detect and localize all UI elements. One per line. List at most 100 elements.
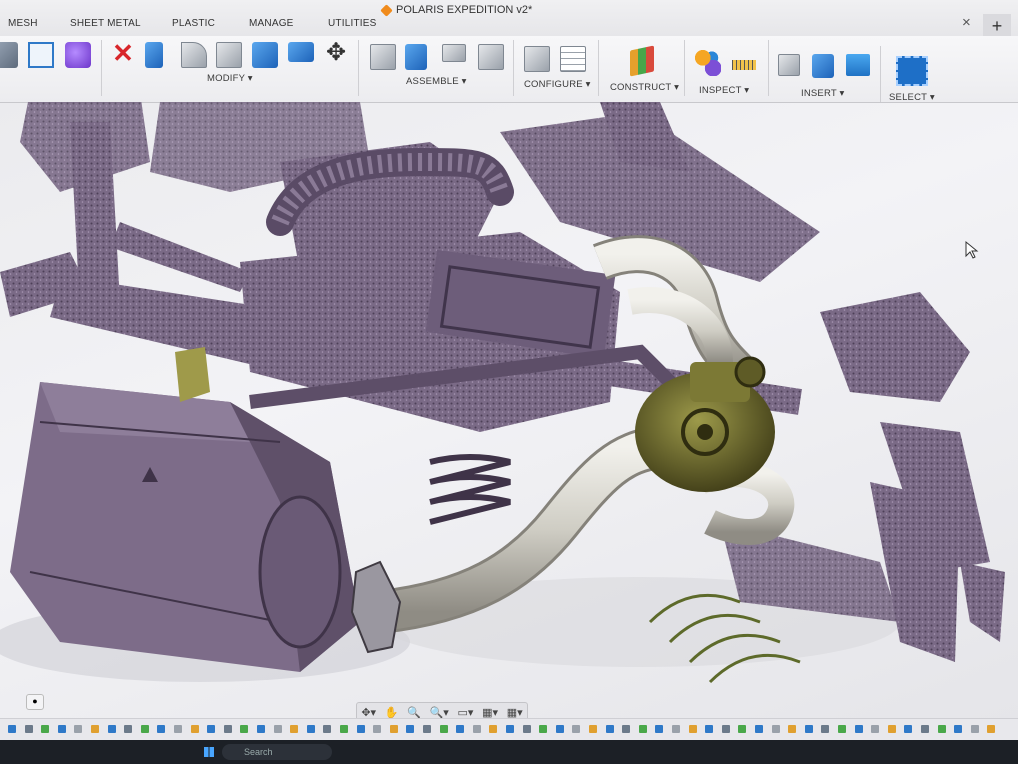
insert-derive-icon[interactable] bbox=[778, 54, 800, 76]
delete-icon[interactable]: ✕ bbox=[110, 40, 136, 66]
timeline-feature-icon[interactable] bbox=[389, 725, 398, 733]
configure-menu[interactable]: CONFIGURE ▾ bbox=[524, 79, 591, 90]
timeline-feature-icon[interactable] bbox=[273, 725, 282, 733]
canvas-viewport[interactable] bbox=[0, 102, 1018, 694]
zoom-icon[interactable]: 🔍 bbox=[407, 706, 421, 719]
timeline-feature-icon[interactable] bbox=[290, 725, 299, 733]
mesh-body-icon[interactable] bbox=[0, 42, 18, 68]
timeline-feature-icon[interactable] bbox=[306, 725, 315, 733]
inspect-menu[interactable]: INSPECT ▾ bbox=[699, 85, 749, 96]
viewports-icon[interactable]: ▦▾ bbox=[507, 706, 523, 719]
tab-utilities[interactable]: UTILITIES bbox=[328, 18, 376, 29]
orbit-icon[interactable]: ✥▾ bbox=[361, 706, 376, 719]
timeline-feature-icon[interactable] bbox=[340, 725, 348, 733]
shell-icon[interactable] bbox=[216, 42, 242, 68]
document-tab[interactable]: POLARIS EXPEDITION v2* bbox=[380, 2, 532, 18]
timeline-feature-icon[interactable] bbox=[356, 725, 365, 733]
timeline-feature-icon[interactable] bbox=[91, 725, 99, 733]
timeline-feature-icon[interactable] bbox=[738, 725, 747, 733]
timeline-feature-icon[interactable] bbox=[506, 725, 514, 733]
timeline-feature-icon[interactable] bbox=[887, 725, 896, 733]
timeline-feature-icon[interactable] bbox=[721, 725, 730, 733]
tab-sheet-metal[interactable]: SHEET METAL bbox=[70, 18, 141, 29]
tab-manage[interactable]: MANAGE bbox=[249, 18, 294, 29]
insert-menu[interactable]: INSERT ▾ bbox=[801, 88, 845, 99]
form-icon[interactable] bbox=[65, 42, 91, 68]
timeline-feature-icon[interactable] bbox=[821, 725, 830, 733]
timeline-feature-icon[interactable] bbox=[472, 725, 481, 733]
timeline-feature-icon[interactable] bbox=[439, 725, 448, 733]
timeline-feature-icon[interactable] bbox=[605, 725, 614, 733]
timeline-feature-icon[interactable] bbox=[804, 725, 813, 733]
timeline-feature-icon[interactable] bbox=[24, 725, 33, 733]
timeline-feature-icon[interactable] bbox=[705, 725, 714, 733]
configuration-table-icon[interactable] bbox=[560, 46, 586, 72]
inspect-icon[interactable] bbox=[695, 50, 721, 76]
move-icon[interactable]: ✥ bbox=[323, 40, 349, 66]
timeline-feature-icon[interactable] bbox=[489, 725, 498, 733]
timeline-feature-icon[interactable] bbox=[41, 725, 50, 733]
timeline-feature-icon[interactable] bbox=[788, 725, 797, 733]
timeline-feature-icon[interactable] bbox=[223, 725, 232, 733]
timeline-feature-icon[interactable] bbox=[755, 725, 763, 733]
timeline-feature-icon[interactable] bbox=[406, 725, 415, 733]
close-tab-button[interactable]: × bbox=[962, 14, 971, 31]
timeline-feature-icon[interactable] bbox=[655, 725, 664, 733]
timeline-feature-icon[interactable] bbox=[522, 725, 531, 733]
timeline-feature-icon[interactable] bbox=[771, 725, 780, 733]
as-built-joint-icon[interactable] bbox=[405, 44, 427, 70]
timeline-feature-icon[interactable] bbox=[257, 725, 265, 733]
combine-icon[interactable] bbox=[252, 42, 278, 68]
timeline-feature-icon[interactable] bbox=[240, 725, 249, 733]
timeline-feature-icon[interactable] bbox=[57, 725, 66, 733]
timeline-feature-icon[interactable] bbox=[190, 725, 199, 733]
timeline-feature-icon[interactable] bbox=[74, 725, 83, 733]
timeline-feature-icon[interactable] bbox=[423, 725, 431, 733]
insert-canvas-icon[interactable] bbox=[846, 54, 870, 76]
timeline-feature-icon[interactable] bbox=[107, 725, 116, 733]
timeline-feature-icon[interactable] bbox=[638, 725, 647, 733]
fillet-icon[interactable] bbox=[181, 42, 207, 68]
timeline-feature-icon[interactable] bbox=[555, 725, 564, 733]
configure-icon[interactable] bbox=[524, 46, 550, 72]
timeline-feature-icon[interactable] bbox=[373, 725, 382, 733]
sketch-icon[interactable] bbox=[28, 42, 54, 68]
timeline-feature-icon[interactable] bbox=[921, 725, 929, 733]
press-pull-icon[interactable] bbox=[145, 42, 163, 68]
timeline-feature-icon[interactable] bbox=[688, 725, 697, 733]
fit-icon[interactable]: 🔍▾ bbox=[430, 706, 449, 719]
timeline-feature-icon[interactable] bbox=[987, 725, 996, 733]
construct-menu[interactable]: CONSTRUCT ▾ bbox=[610, 82, 679, 93]
windows-start-icon[interactable] bbox=[204, 747, 214, 757]
insert-mesh-icon[interactable] bbox=[812, 54, 834, 78]
timeline-feature-icon[interactable] bbox=[970, 725, 979, 733]
assemble-menu[interactable]: ASSEMBLE ▾ bbox=[406, 76, 467, 87]
timeline-feature-icon[interactable] bbox=[140, 725, 149, 733]
select-icon[interactable] bbox=[896, 56, 928, 86]
timeline-feature-icon[interactable] bbox=[672, 725, 680, 733]
timeline-feature-icon[interactable] bbox=[954, 725, 963, 733]
taskbar-search-input[interactable]: Search bbox=[222, 744, 332, 760]
tab-mesh[interactable]: MESH bbox=[8, 18, 38, 29]
timeline-feature-icon[interactable] bbox=[937, 725, 946, 733]
timeline-feature-icon[interactable] bbox=[854, 725, 863, 733]
timeline-feature-icon[interactable] bbox=[124, 725, 133, 733]
timeline-feature-icon[interactable] bbox=[871, 725, 880, 733]
timeline-feature-icon[interactable] bbox=[904, 725, 913, 733]
selection-filter-toggle[interactable]: ● bbox=[26, 694, 44, 710]
timeline-feature-icon[interactable] bbox=[589, 725, 597, 733]
joint-origin-icon[interactable] bbox=[442, 44, 466, 62]
timeline-feature-icon[interactable] bbox=[174, 725, 182, 733]
timeline-feature-icon[interactable] bbox=[622, 725, 631, 733]
align-icon[interactable] bbox=[288, 42, 314, 62]
timeline-feature-icon[interactable] bbox=[157, 725, 166, 733]
pan-icon[interactable]: ✋ bbox=[385, 706, 399, 719]
display-settings-icon[interactable]: ▭▾ bbox=[457, 706, 473, 719]
timeline-feature-icon[interactable] bbox=[838, 725, 846, 733]
rigid-group-icon[interactable] bbox=[478, 44, 504, 70]
modify-menu[interactable]: MODIFY ▾ bbox=[207, 73, 253, 84]
timeline-feature-icon[interactable] bbox=[323, 725, 332, 733]
joint-icon[interactable] bbox=[370, 44, 396, 70]
construct-plane-icon[interactable] bbox=[630, 45, 654, 77]
tab-plastic[interactable]: PLASTIC bbox=[172, 18, 215, 29]
